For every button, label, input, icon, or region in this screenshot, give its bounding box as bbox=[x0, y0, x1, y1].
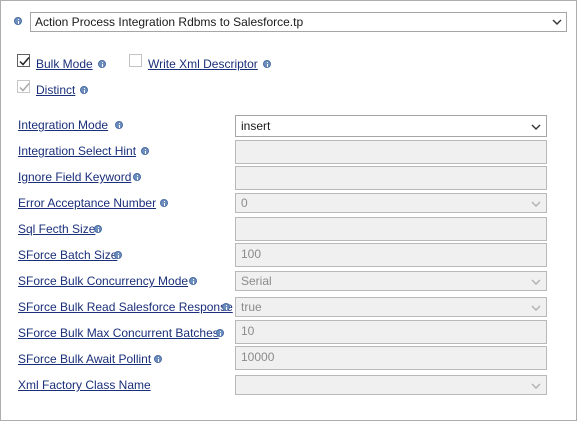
xml-factory-class-name-label[interactable]: Xml Factory Class Name bbox=[18, 378, 151, 392]
info-icon bbox=[94, 225, 102, 233]
error-acceptance-number-label[interactable]: Error Acceptance Number bbox=[18, 196, 156, 210]
info-icon bbox=[216, 329, 224, 337]
info-icon bbox=[98, 60, 106, 68]
chevron-down-icon bbox=[531, 123, 541, 131]
sforce-batch-size-label[interactable]: SForce Batch Size bbox=[18, 248, 117, 262]
bulk-mode-label[interactable]: Bulk Mode bbox=[36, 57, 93, 71]
sforce-bulk-concurrency-mode-label[interactable]: SForce Bulk Concurrency Mode bbox=[18, 274, 188, 288]
xml-factory-class-name-select[interactable] bbox=[235, 375, 547, 395]
info-icon bbox=[133, 173, 141, 181]
chevron-down-icon bbox=[531, 382, 541, 390]
error-acceptance-number-value: 0 bbox=[241, 196, 248, 210]
sforce-bulk-read-salesforce-response-select[interactable]: true bbox=[235, 297, 547, 317]
sql-fecth-size-label[interactable]: Sql Fecth Size bbox=[18, 222, 95, 236]
ignore-field-keyword-field[interactable] bbox=[235, 166, 547, 190]
bulk-mode-checkbox[interactable] bbox=[17, 54, 30, 67]
info-icon bbox=[263, 60, 271, 68]
sforce-bulk-concurrency-mode-value: Serial bbox=[241, 274, 272, 288]
info-icon bbox=[160, 199, 168, 207]
properties-panel: Action Process Integration Rdbms to Sale… bbox=[0, 0, 577, 421]
sforce-bulk-await-pollint-value: 10000 bbox=[241, 350, 275, 364]
sforce-batch-size-field[interactable]: 100 bbox=[235, 243, 547, 267]
chevron-down-icon bbox=[531, 304, 541, 312]
distinct-label[interactable]: Distinct bbox=[36, 83, 75, 97]
sql-fecth-size-field[interactable] bbox=[235, 217, 547, 241]
sforce-batch-size-value: 100 bbox=[241, 247, 262, 261]
ignore-field-keyword-label[interactable]: Ignore Field Keyword bbox=[18, 170, 131, 184]
integration-mode-label[interactable]: Integration Mode bbox=[18, 118, 108, 132]
sforce-bulk-max-concurrent-batches-value: 10 bbox=[241, 324, 255, 338]
write-xml-descriptor-checkbox[interactable] bbox=[129, 54, 142, 67]
distinct-checkbox[interactable] bbox=[17, 80, 30, 93]
info-icon bbox=[154, 355, 162, 363]
info-icon bbox=[80, 86, 88, 94]
info-icon bbox=[222, 303, 230, 311]
info-icon bbox=[141, 147, 149, 155]
write-xml-descriptor-label[interactable]: Write Xml Descriptor bbox=[148, 57, 258, 71]
process-select-value: Action Process Integration Rdbms to Sale… bbox=[35, 15, 304, 29]
error-acceptance-number-select[interactable]: 0 bbox=[235, 193, 547, 213]
integration-select-hint-field[interactable] bbox=[235, 140, 547, 164]
integration-mode-select[interactable]: insert bbox=[235, 115, 547, 137]
chevron-down-icon bbox=[531, 278, 541, 286]
integration-select-hint-label[interactable]: Integration Select Hint bbox=[18, 144, 136, 158]
info-icon bbox=[114, 251, 122, 259]
info-icon bbox=[189, 277, 197, 285]
sforce-bulk-read-salesforce-response-label[interactable]: SForce Bulk Read Salesforce Response bbox=[18, 300, 233, 314]
sforce-bulk-read-salesforce-response-value: true bbox=[241, 300, 262, 314]
sforce-bulk-max-concurrent-batches-label[interactable]: SForce Bulk Max Concurrent Batches bbox=[18, 326, 219, 340]
sforce-bulk-concurrency-mode-select[interactable]: Serial bbox=[235, 271, 547, 291]
sforce-bulk-max-concurrent-batches-field[interactable]: 10 bbox=[235, 320, 547, 344]
checkmark-icon bbox=[19, 83, 30, 92]
chevron-down-icon bbox=[531, 200, 541, 208]
process-select[interactable]: Action Process Integration Rdbms to Sale… bbox=[30, 12, 567, 32]
chevron-down-icon bbox=[552, 18, 562, 26]
checkmark-icon bbox=[19, 57, 30, 66]
integration-mode-value: insert bbox=[241, 119, 271, 133]
sforce-bulk-await-pollint-field[interactable]: 10000 bbox=[235, 346, 547, 370]
info-icon bbox=[14, 17, 22, 25]
sforce-bulk-await-pollint-label[interactable]: SForce Bulk Await Pollint bbox=[18, 352, 151, 366]
info-icon bbox=[115, 121, 123, 129]
